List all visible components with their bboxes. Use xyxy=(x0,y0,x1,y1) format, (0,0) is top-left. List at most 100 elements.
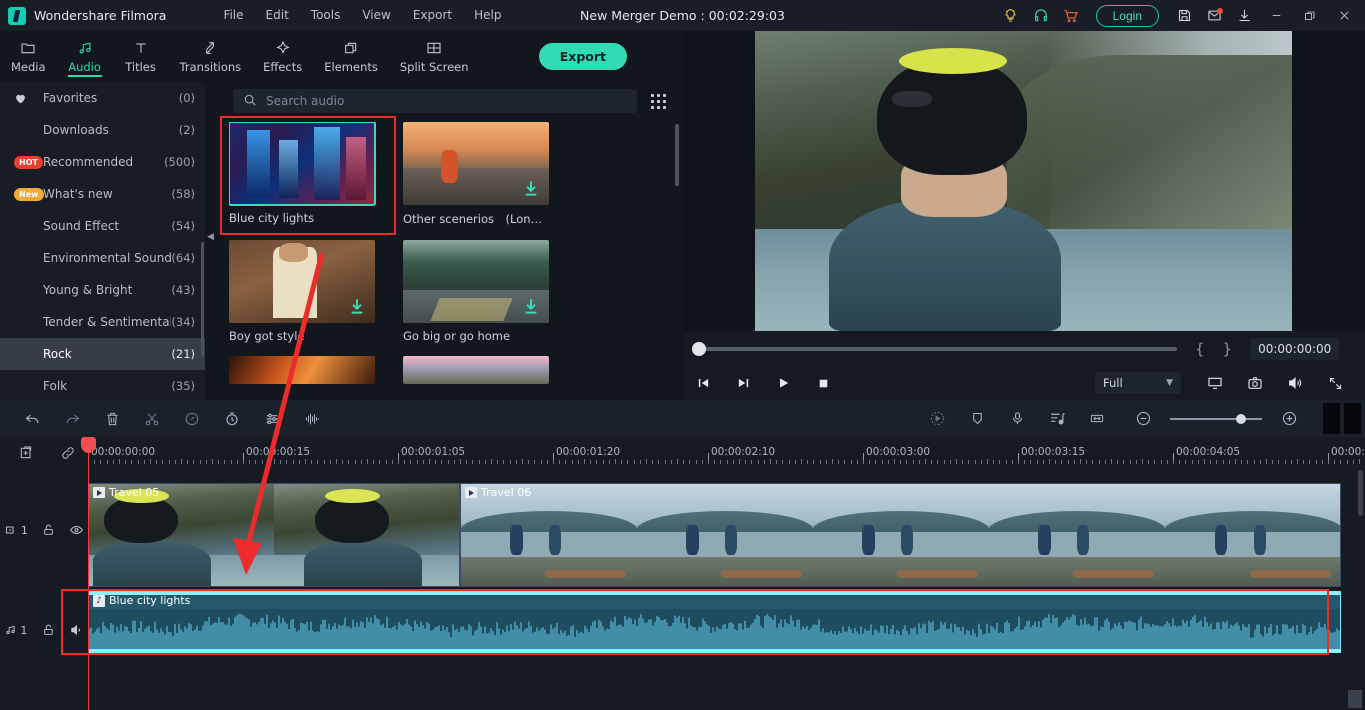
category-count: (54) xyxy=(171,219,195,233)
sidebar-item-tender-and-sentimental[interactable]: Tender & Sentimental (34) xyxy=(0,306,205,338)
voiceover-icon[interactable] xyxy=(997,400,1037,437)
video-clip-travel-05[interactable]: Travel 05 xyxy=(89,484,459,586)
sidebar-item-downloads[interactable]: Downloads (2) xyxy=(0,114,205,146)
volume-icon[interactable] xyxy=(1275,366,1315,400)
category-scrollbar[interactable] xyxy=(201,242,204,357)
menu-edit[interactable]: Edit xyxy=(255,0,300,31)
zoom-slider[interactable] xyxy=(1170,413,1262,424)
audio-detach-icon[interactable] xyxy=(1037,400,1077,437)
step-back-icon[interactable] xyxy=(683,366,723,400)
grid-view-icon[interactable] xyxy=(651,94,667,110)
sidebar-item-young-and-bright[interactable]: Young & Bright (43) xyxy=(0,274,205,306)
library-item-other-scenerios[interactable]: Other scenerios (Long i... xyxy=(403,122,549,227)
tab-split-screen[interactable]: Split Screen xyxy=(389,31,480,82)
sidebar-item-folk[interactable]: Folk (35) xyxy=(0,370,205,400)
play-icon[interactable] xyxy=(763,366,803,400)
tab-media[interactable]: Media xyxy=(0,31,57,82)
step-forward-icon[interactable] xyxy=(723,366,763,400)
fullscreen-icon[interactable] xyxy=(1315,366,1355,400)
mark-in-icon[interactable]: { xyxy=(1195,340,1205,358)
snapshot-icon[interactable] xyxy=(1235,366,1275,400)
sidebar-item-environmental-sound[interactable]: Environmental Sound (64) xyxy=(0,242,205,274)
panel-collapse-icon[interactable]: ◀ xyxy=(207,232,214,242)
duration-icon[interactable] xyxy=(212,400,252,437)
cut-icon[interactable] xyxy=(132,400,172,437)
sidebar-item-recommended[interactable]: HOT Recommended (500) xyxy=(0,146,205,178)
minimize-icon[interactable] xyxy=(1259,0,1293,31)
speed-icon[interactable] xyxy=(172,400,212,437)
tab-titles[interactable]: Titles xyxy=(113,31,169,82)
library-item-blue-city-lights[interactable]: Blue city lights xyxy=(229,122,376,227)
tab-effects[interactable]: Effects xyxy=(252,31,313,82)
audio-clip-blue-city-lights[interactable]: ♪ Blue city lights xyxy=(88,591,1341,653)
login-button[interactable]: Login xyxy=(1095,4,1159,27)
menu-export[interactable]: Export xyxy=(402,0,463,31)
speaker-icon[interactable] xyxy=(65,623,88,637)
menu-help[interactable]: Help xyxy=(463,0,512,31)
search-input[interactable]: Search audio xyxy=(233,89,637,113)
library-scrollbar[interactable] xyxy=(675,124,679,186)
redo-icon[interactable] xyxy=(52,400,92,437)
sidebar-item-sound-effect[interactable]: Sound Effect (54) xyxy=(0,210,205,242)
headset-icon[interactable] xyxy=(1026,0,1056,31)
video-clip-travel-06[interactable]: Travel 06 xyxy=(459,484,1340,586)
audio-equalizer-icon[interactable] xyxy=(292,400,332,437)
timeline-vertical-scrollbar[interactable] xyxy=(1358,470,1363,516)
preview-video[interactable] xyxy=(755,31,1292,331)
color-settings-icon[interactable] xyxy=(252,400,292,437)
export-button[interactable]: Export xyxy=(538,43,627,70)
stop-icon[interactable] xyxy=(803,366,843,400)
zoom-slider-knob[interactable] xyxy=(1236,413,1246,424)
download-icon[interactable] xyxy=(1229,0,1259,31)
player-timecode[interactable]: 00:00:00:00 xyxy=(1250,337,1340,360)
sidebar-item-whats-new[interactable]: New What's new (58) xyxy=(0,178,205,210)
menu-view[interactable]: View xyxy=(351,0,401,31)
unlock-icon[interactable] xyxy=(37,523,60,537)
ruler-tick xyxy=(751,460,753,464)
menu-tools[interactable]: Tools xyxy=(300,0,352,31)
lightbulb-icon[interactable] xyxy=(996,0,1026,31)
menu-file[interactable]: File xyxy=(212,0,254,31)
download-icon[interactable] xyxy=(349,297,365,315)
tab-elements[interactable]: Elements xyxy=(313,31,389,82)
ruler-tick xyxy=(813,460,815,464)
unlock-icon[interactable] xyxy=(37,623,60,637)
zoom-out-icon[interactable] xyxy=(1123,400,1163,437)
library-item-6[interactable] xyxy=(403,356,549,384)
restore-icon[interactable] xyxy=(1293,0,1327,31)
undo-icon[interactable] xyxy=(12,400,52,437)
save-icon[interactable] xyxy=(1169,0,1199,31)
quality-select[interactable]: Full ▼ xyxy=(1095,372,1181,394)
add-track-icon[interactable] xyxy=(6,437,46,468)
tab-transitions[interactable]: Transitions xyxy=(169,31,253,82)
marker-icon[interactable] xyxy=(957,400,997,437)
download-icon[interactable] xyxy=(523,179,539,197)
tab-audio[interactable]: Audio xyxy=(57,31,113,82)
timeline-horizontal-scrollbar[interactable] xyxy=(1348,690,1362,708)
delete-icon[interactable] xyxy=(92,400,132,437)
ruler-tick xyxy=(484,460,486,464)
library-item-boy-got-style[interactable]: Boy got style xyxy=(229,240,375,343)
tab-label: Split Screen xyxy=(399,59,469,74)
keyframe-icon[interactable] xyxy=(917,400,957,437)
ruler-tick xyxy=(230,460,232,464)
timeline-ruler[interactable]: 00:00:00:00 00:00:00:15 00:00:01:05 00:00:0… xyxy=(88,437,1365,468)
pop-out-icon[interactable] xyxy=(1195,366,1235,400)
library-item-go-big-or-go-home[interactable]: Go big or go home xyxy=(403,240,549,343)
fit-timeline-icon[interactable] xyxy=(1077,400,1117,437)
sidebar-item-rock[interactable]: Rock (21) xyxy=(0,338,205,370)
sidebar-item-favorites[interactable]: Favorites (0) xyxy=(0,82,205,114)
download-icon[interactable] xyxy=(523,297,539,315)
mail-icon[interactable] xyxy=(1199,0,1229,31)
playback-slider-knob[interactable] xyxy=(692,341,706,356)
video-subject-helmet xyxy=(877,48,1027,175)
mark-out-icon[interactable]: } xyxy=(1223,340,1233,358)
video-track[interactable]: Travel 05 Travel 06 xyxy=(88,483,1341,587)
eye-icon[interactable] xyxy=(65,523,88,537)
playhead[interactable] xyxy=(81,437,96,710)
library-item-5[interactable] xyxy=(229,356,375,384)
close-icon[interactable] xyxy=(1327,0,1361,31)
cart-icon[interactable] xyxy=(1056,0,1086,31)
playback-slider[interactable] xyxy=(692,341,1177,356)
zoom-in-icon[interactable] xyxy=(1269,400,1309,437)
